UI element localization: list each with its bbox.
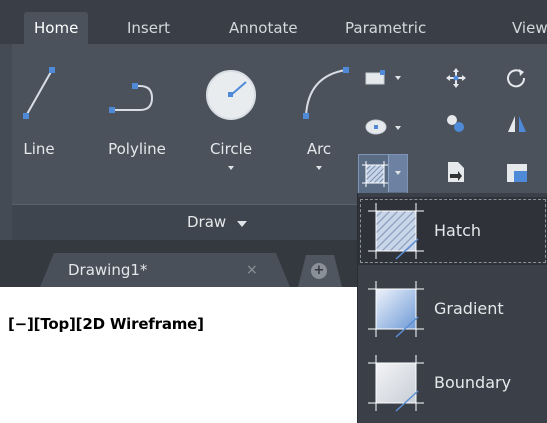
scale-button[interactable] [505, 160, 529, 184]
dropdown-item-label: Hatch [434, 221, 482, 240]
move-button[interactable] [444, 66, 468, 90]
dropdown-item-gradient[interactable]: Gradient [358, 275, 547, 343]
polyline-icon [109, 83, 154, 113]
boundary-icon [368, 355, 424, 412]
chevron-down-icon[interactable] [395, 126, 401, 130]
tab-insert[interactable]: Insert [127, 14, 170, 42]
close-icon[interactable]: × [246, 262, 258, 278]
chevron-down-icon [395, 171, 401, 175]
circle-label: Circle [209, 140, 253, 158]
rotate-icon [507, 69, 526, 88]
arc-icon [303, 67, 349, 119]
rotate-button[interactable] [505, 66, 529, 90]
plus-icon[interactable]: + [311, 263, 327, 279]
polyline-label: Polyline [108, 140, 166, 158]
chevron-down-icon [237, 221, 247, 227]
chevron-down-icon [316, 166, 322, 170]
ellipse-icon [365, 119, 387, 135]
line-icon [23, 67, 55, 119]
copy-button[interactable] [444, 112, 468, 136]
line-label: Line [23, 140, 55, 158]
mirror-icon [508, 116, 526, 132]
move-icon [446, 68, 466, 88]
scale-icon [507, 164, 527, 182]
rectangle-icon [365, 70, 385, 85]
draw-panel-footer[interactable]: Draw [12, 204, 357, 241]
file-tab-label: Drawing1* [68, 261, 148, 279]
arc-tool-button[interactable]: Arc [284, 60, 354, 180]
tab-home[interactable]: Home [24, 12, 89, 44]
dropdown-item-label: Boundary [434, 373, 512, 392]
ellipse-button[interactable] [364, 114, 388, 138]
dropdown-item-label: Gradient [434, 299, 504, 318]
line-tool-button[interactable]: Line [14, 60, 64, 170]
tab-view[interactable]: View [512, 14, 547, 42]
copy-icon [447, 115, 464, 132]
gradient-icon [368, 281, 424, 338]
dropdown-item-boundary[interactable]: Boundary [358, 349, 547, 417]
stretch-button[interactable] [444, 160, 468, 184]
draw-panel-title: Draw [187, 213, 227, 231]
dropdown-item-hatch[interactable]: Hatch [358, 197, 547, 265]
mirror-button[interactable] [505, 112, 529, 136]
polyline-tool-button[interactable]: Polyline [92, 60, 182, 170]
arc-label: Arc [306, 140, 332, 158]
hatch-dropdown-menu: Hatch Gradient Boundary [357, 193, 547, 423]
tab-parametric[interactable]: Parametric [345, 14, 426, 42]
hatch-dropdown-toggle[interactable] [388, 155, 407, 192]
chevron-down-icon [228, 166, 234, 170]
circle-tool-button[interactable]: Circle [196, 60, 266, 180]
hatch-icon [368, 203, 424, 260]
tab-annotate[interactable]: Annotate [229, 14, 298, 42]
circle-icon [206, 70, 256, 120]
rectangle-button[interactable] [364, 66, 388, 90]
hatch-icon [362, 161, 388, 187]
viewport-controls[interactable]: [−][Top][2D Wireframe] [8, 315, 204, 333]
stretch-icon [448, 162, 464, 182]
chevron-down-icon[interactable] [395, 76, 401, 80]
